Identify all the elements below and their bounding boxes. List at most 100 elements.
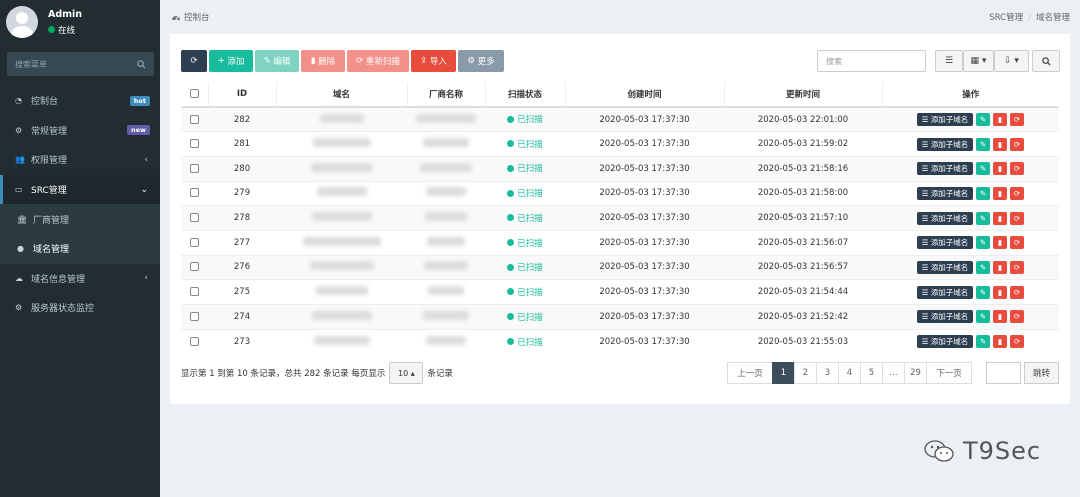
- table-row[interactable]: 282 已扫描 2020-05-03 17:37:30 2020-05-03 22:0…: [181, 106, 1059, 132]
- row-checkbox[interactable]: [190, 287, 199, 297]
- page-2[interactable]: 2: [794, 362, 817, 384]
- add-subdomain-button[interactable]: ☰ 添加子域名: [917, 260, 973, 274]
- row-edit-button[interactable]: ✎: [976, 162, 990, 176]
- jump-page-input[interactable]: [986, 362, 1021, 384]
- table-row[interactable]: 275 已扫描 2020-05-03 17:37:30 2020-05-03 21:5…: [181, 279, 1059, 305]
- sidebar-item-7[interactable]: ⚙ 服务器状态监控: [0, 293, 160, 323]
- toggle-view-button[interactable]: ☰: [935, 50, 963, 72]
- export-button[interactable]: ⇩ ▾: [994, 50, 1029, 72]
- column-header-vendor[interactable]: 厂商名称: [406, 82, 485, 108]
- row-rescan-button[interactable]: ⟳: [1010, 260, 1024, 274]
- row-edit-button[interactable]: ✎: [976, 310, 990, 324]
- row-rescan-button[interactable]: ⟳: [1010, 186, 1024, 200]
- row-rescan-button[interactable]: ⟳: [1010, 211, 1024, 225]
- row-checkbox[interactable]: [190, 237, 199, 247]
- sidebar-item-6[interactable]: ☁ 域名信息管理 ‹: [0, 264, 160, 294]
- columns-button[interactable]: ▦ ▾: [963, 50, 994, 72]
- sidebar-item-4[interactable]: 🏛 厂商管理: [0, 204, 160, 234]
- sidebar-item-5[interactable]: ● 域名管理: [0, 234, 160, 264]
- row-edit-button[interactable]: ✎: [976, 137, 990, 151]
- jump-button[interactable]: 跳转: [1024, 362, 1059, 384]
- row-checkbox[interactable]: [190, 213, 199, 223]
- row-edit-button[interactable]: ✎: [976, 335, 990, 349]
- row-checkbox[interactable]: [190, 311, 199, 321]
- row-edit-button[interactable]: ✎: [976, 236, 990, 250]
- add-subdomain-button[interactable]: ☰ 添加子域名: [917, 137, 973, 151]
- row-delete-button[interactable]: ▮: [993, 310, 1007, 324]
- row-delete-button[interactable]: ▮: [993, 285, 1007, 299]
- prev-page-button[interactable]: 上一页: [727, 362, 773, 384]
- table-row[interactable]: 280 已扫描 2020-05-03 17:37:30 2020-05-03 21:5…: [181, 155, 1059, 182]
- add-subdomain-button[interactable]: ☰ 添加子域名: [917, 113, 973, 127]
- add-button[interactable]: + 添加: [209, 50, 253, 72]
- row-edit-button[interactable]: ✎: [976, 186, 990, 200]
- row-checkbox[interactable]: [190, 262, 199, 272]
- row-delete-button[interactable]: ▮: [993, 137, 1007, 151]
- table-search-input[interactable]: 搜索: [817, 50, 926, 72]
- row-rescan-button[interactable]: ⟳: [1010, 285, 1024, 299]
- row-checkbox[interactable]: [190, 188, 199, 198]
- select-all-checkbox[interactable]: [189, 89, 199, 98]
- table-row[interactable]: 279 已扫描 2020-05-03 17:37:30 2020-05-03 21:5…: [181, 180, 1059, 206]
- add-subdomain-button[interactable]: ☰ 添加子域名: [917, 335, 973, 349]
- column-header-updated[interactable]: 更新时间: [723, 82, 882, 108]
- table-row[interactable]: 278 已扫描 2020-05-03 17:37:30 2020-05-03 21:5…: [181, 205, 1059, 231]
- row-delete-button[interactable]: ▮: [993, 186, 1007, 200]
- page-5[interactable]: 5: [860, 362, 883, 384]
- add-subdomain-button[interactable]: ☰ 添加子域名: [917, 285, 973, 299]
- sidebar-item-0[interactable]: ◔ 控制台 hot: [0, 86, 160, 116]
- edit-button[interactable]: ✎ 编辑: [255, 50, 299, 72]
- page-size-select[interactable]: 10 ▴: [389, 362, 424, 384]
- breadcrumb-src[interactable]: SRC管理: [989, 13, 1023, 23]
- page-1[interactable]: 1: [772, 362, 795, 384]
- column-header-id[interactable]: ID: [207, 82, 276, 108]
- rescan-button[interactable]: ⟳ 重新扫描: [347, 50, 409, 72]
- row-checkbox[interactable]: [190, 139, 199, 149]
- sidebar-item-2[interactable]: 👥 权限管理 ‹: [0, 145, 160, 175]
- row-checkbox[interactable]: [190, 163, 199, 173]
- add-subdomain-button[interactable]: ☰ 添加子域名: [917, 310, 973, 324]
- row-delete-button[interactable]: ▮: [993, 335, 1007, 349]
- more-button[interactable]: ⚙ 更多: [458, 50, 504, 72]
- row-checkbox[interactable]: [190, 114, 199, 124]
- row-delete-button[interactable]: ▮: [993, 236, 1007, 250]
- menu-search-input[interactable]: 搜索菜单: [7, 52, 154, 76]
- row-delete-button[interactable]: ▮: [993, 162, 1007, 176]
- table-row[interactable]: 274 已扫描 2020-05-03 17:37:30 2020-05-03 21:5…: [181, 304, 1059, 330]
- row-delete-button[interactable]: ▮: [993, 260, 1007, 274]
- row-checkbox[interactable]: [190, 336, 199, 346]
- search-button[interactable]: [1032, 50, 1060, 72]
- row-edit-button[interactable]: ✎: [976, 113, 990, 127]
- row-rescan-button[interactable]: ⟳: [1010, 113, 1024, 127]
- page-29[interactable]: 29: [904, 362, 927, 384]
- row-rescan-button[interactable]: ⟳: [1010, 162, 1024, 176]
- row-delete-button[interactable]: ▮: [993, 211, 1007, 225]
- sidebar-item-1[interactable]: ⚙ 常规管理 new: [0, 116, 160, 146]
- row-rescan-button[interactable]: ⟳: [1010, 310, 1024, 324]
- column-header-scan-status[interactable]: 扫描状态: [484, 82, 565, 108]
- table-row[interactable]: 273 已扫描 2020-05-03 17:37:30 2020-05-03 21:5…: [181, 328, 1059, 354]
- column-header-domain[interactable]: 域名: [275, 82, 407, 108]
- table-row[interactable]: 277 已扫描 2020-05-03 17:37:30 2020-05-03 21:5…: [181, 229, 1059, 256]
- page-4[interactable]: 4: [838, 362, 861, 384]
- refresh-button[interactable]: ⟳: [181, 50, 207, 72]
- row-edit-button[interactable]: ✎: [976, 285, 990, 299]
- next-page-button[interactable]: 下一页: [926, 362, 972, 384]
- page-3[interactable]: 3: [816, 362, 839, 384]
- add-subdomain-button[interactable]: ☰ 添加子域名: [917, 211, 973, 225]
- add-subdomain-button[interactable]: ☰ 添加子域名: [917, 186, 973, 200]
- row-edit-button[interactable]: ✎: [976, 260, 990, 274]
- column-header-created[interactable]: 创建时间: [564, 82, 724, 108]
- page-ellipsis[interactable]: ...: [882, 362, 905, 384]
- sidebar-item-3[interactable]: ▭ SRC管理 ⌄: [0, 174, 160, 205]
- table-row[interactable]: 276 已扫描 2020-05-03 17:37:30 2020-05-03 21:5…: [181, 254, 1059, 280]
- row-rescan-button[interactable]: ⟳: [1010, 236, 1024, 250]
- row-rescan-button[interactable]: ⟳: [1010, 137, 1024, 151]
- add-subdomain-button[interactable]: ☰ 添加子域名: [917, 162, 973, 176]
- row-delete-button[interactable]: ▮: [993, 113, 1007, 127]
- delete-button[interactable]: ▮ 删除: [301, 50, 345, 72]
- add-subdomain-button[interactable]: ☰ 添加子域名: [917, 236, 973, 250]
- table-row[interactable]: 281 已扫描 2020-05-03 17:37:30 2020-05-03 21:5…: [181, 131, 1059, 157]
- row-rescan-button[interactable]: ⟳: [1010, 335, 1024, 349]
- import-button[interactable]: ⇪ 导入: [411, 50, 456, 72]
